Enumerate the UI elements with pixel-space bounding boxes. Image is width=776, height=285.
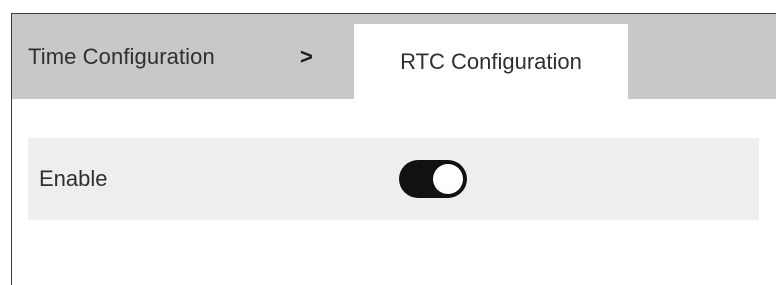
- breadcrumb: Time Configuration > RTC Configuration: [12, 14, 776, 99]
- breadcrumb-time-configuration[interactable]: Time Configuration: [28, 14, 215, 99]
- enable-setting-row: Enable: [28, 138, 759, 220]
- config-panel: Time Configuration > RTC Configuration E…: [11, 13, 776, 285]
- enable-label: Enable: [39, 166, 108, 191]
- tab-rtc-configuration[interactable]: RTC Configuration: [354, 24, 628, 99]
- breadcrumb-separator: >: [300, 43, 313, 69]
- enable-toggle[interactable]: [399, 160, 467, 198]
- toggle-knob: [433, 164, 463, 194]
